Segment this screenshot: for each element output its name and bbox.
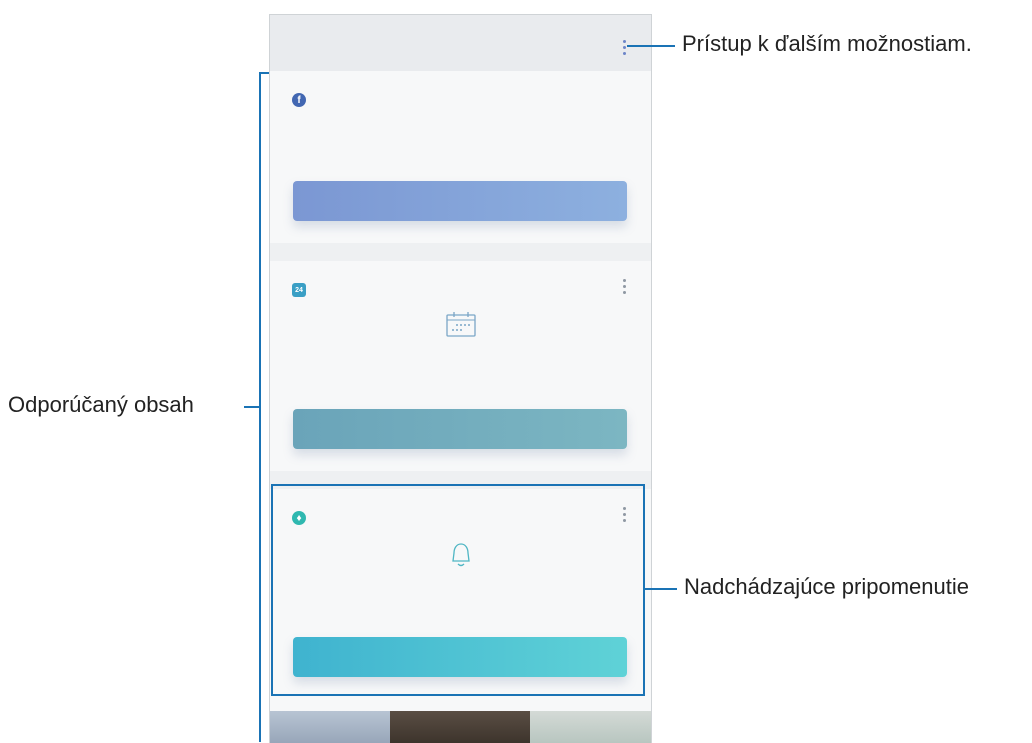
callout-upcoming-reminders: Nadchádzajúce pripomenutie	[684, 574, 969, 599]
create-event-button[interactable]	[293, 409, 627, 449]
next-card-preview	[270, 711, 651, 743]
card-title	[316, 95, 339, 106]
callout-more-options: Prístup k ďalším možnostiam.	[682, 31, 972, 56]
highlight-box	[271, 484, 645, 696]
card-button-group	[293, 181, 627, 221]
callout-line	[627, 45, 675, 47]
top-bar	[270, 15, 651, 71]
callout-recommended-content: Odporúčaný obsah	[8, 392, 194, 417]
more-options-icon[interactable]	[623, 40, 627, 55]
calendar-app-icon: 24	[292, 283, 306, 297]
calendar-icon	[445, 311, 476, 342]
card-title	[316, 285, 349, 296]
screen-title	[292, 37, 316, 49]
more-options-icon[interactable]	[623, 279, 627, 294]
facebook-icon: f	[292, 93, 306, 107]
card-facebook: f	[270, 71, 651, 243]
callout-line	[645, 588, 677, 590]
card-my-schedule: 24	[270, 261, 651, 471]
